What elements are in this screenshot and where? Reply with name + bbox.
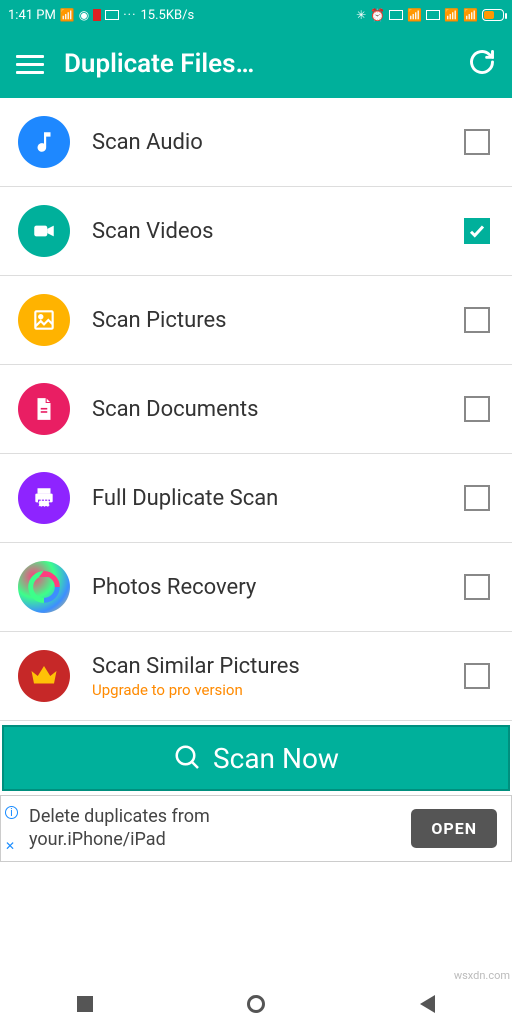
scan-option-checkbox[interactable] — [464, 218, 490, 244]
wifi2-icon: 📶 — [463, 8, 478, 22]
printer-icon — [18, 472, 70, 524]
ad-banner[interactable]: i ✕ Delete duplicates fromyour.iPhone/iP… — [0, 795, 512, 862]
status-bar: 1:41 PM 📶 ◉ ··· 15.5KB/s ✳ ⏰ 📶 📶 📶 — [0, 0, 512, 30]
crown-icon — [18, 650, 70, 702]
system-nav-bar — [0, 984, 512, 1024]
more-icon: ··· — [123, 8, 136, 23]
scan-option-label: Scan Documents — [92, 397, 442, 422]
carrier-icon: ◉ — [79, 8, 89, 22]
music-note-icon — [18, 116, 70, 168]
picture-icon — [18, 294, 70, 346]
signal2-icon: 📶 — [444, 8, 459, 22]
recovery-icon — [18, 561, 70, 613]
signal-icon: 📶 — [407, 8, 422, 22]
scan-option-checkbox[interactable] — [464, 396, 490, 422]
scan-option-row[interactable]: Full Duplicate Scan — [0, 454, 512, 543]
scan-option-label: Scan Pictures — [92, 308, 442, 333]
home-button[interactable] — [247, 995, 265, 1013]
scan-now-button[interactable]: Scan Now — [2, 725, 510, 791]
scan-option-checkbox[interactable] — [464, 307, 490, 333]
scan-option-sublabel: Upgrade to pro version — [92, 681, 442, 699]
wifi-icon: 📶 — [60, 8, 75, 22]
volte2-icon — [426, 10, 440, 20]
battery-saver-icon — [93, 9, 101, 21]
scan-option-checkbox[interactable] — [464, 485, 490, 511]
scan-options-list: Scan Audio Scan Videos Scan Pictures Scan D… — [0, 98, 512, 721]
app-title: Duplicate Files… — [64, 49, 448, 79]
recent-apps-button[interactable] — [77, 996, 93, 1012]
menu-icon[interactable] — [16, 55, 44, 74]
battery-icon — [482, 9, 504, 21]
app-bar: Duplicate Files… — [0, 30, 512, 98]
watermark: wsxdn.com — [454, 969, 510, 982]
ad-text: Delete duplicates fromyour.iPhone/iPad — [29, 806, 210, 851]
scan-option-label: Scan Similar Pictures — [92, 654, 442, 679]
scan-option-label: Scan Videos — [92, 219, 442, 244]
ad-open-button[interactable]: OPEN — [411, 809, 497, 848]
video-icon — [18, 205, 70, 257]
ad-info-icon[interactable]: i — [5, 806, 18, 819]
scan-option-row[interactable]: Scan Videos — [0, 187, 512, 276]
scan-option-row[interactable]: Scan Documents — [0, 365, 512, 454]
document-icon — [18, 383, 70, 435]
refresh-icon[interactable] — [468, 48, 496, 80]
scan-option-row[interactable]: Scan Pictures — [0, 276, 512, 365]
scan-option-label: Photos Recovery — [92, 575, 442, 600]
scan-option-row[interactable]: Scan Similar Pictures Upgrade to pro vers… — [0, 632, 512, 721]
sim-icon — [105, 10, 119, 20]
scan-option-label: Full Duplicate Scan — [92, 486, 442, 511]
scan-option-checkbox[interactable] — [464, 663, 490, 689]
bluetooth-icon: ✳ — [356, 8, 366, 22]
status-time: 1:41 PM — [8, 8, 56, 23]
scan-option-row[interactable]: Scan Audio — [0, 98, 512, 187]
scan-option-row[interactable]: Photos Recovery — [0, 543, 512, 632]
ad-close-icon[interactable]: ✕ — [5, 839, 15, 853]
volte-icon — [389, 10, 403, 20]
scan-now-label: Scan Now — [213, 742, 339, 775]
scan-option-checkbox[interactable] — [464, 129, 490, 155]
net-speed: 15.5KB/s — [140, 8, 194, 23]
scan-option-label: Scan Audio — [92, 130, 442, 155]
back-button[interactable] — [420, 995, 435, 1013]
alarm-icon: ⏰ — [370, 8, 385, 22]
scan-option-checkbox[interactable] — [464, 574, 490, 600]
